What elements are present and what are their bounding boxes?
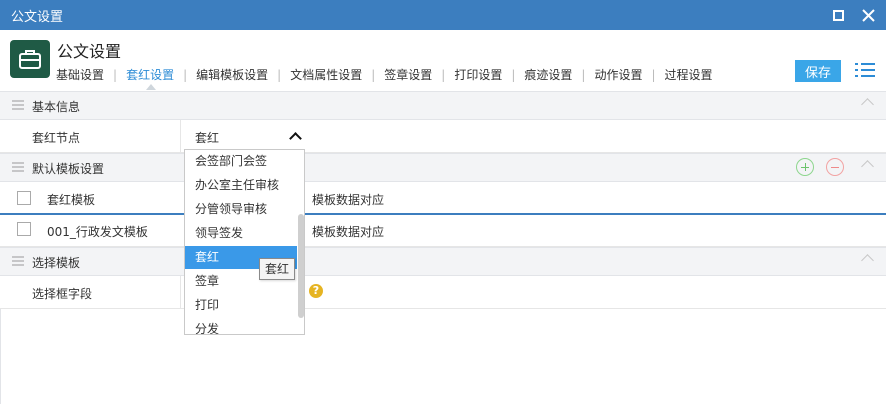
column-header-mapping: 模板数据对应 — [312, 193, 385, 207]
tab-signature[interactable]: 签章设置 — [384, 66, 432, 83]
maximize-button[interactable] — [826, 3, 850, 27]
drag-handle-icon — [12, 100, 24, 110]
section-select-template[interactable]: 选择模板 — [0, 247, 886, 276]
page-title: 公文设置 — [57, 42, 122, 61]
tab-process[interactable]: 过程设置 — [665, 66, 713, 83]
maximize-icon — [832, 9, 844, 21]
add-row-icon[interactable] — [796, 158, 814, 176]
tab-basic[interactable]: 基础设置 — [56, 66, 104, 83]
table-header: 套红模板 模板数据对应 — [0, 182, 886, 215]
tab-separator: | — [277, 67, 282, 82]
chevron-up-icon — [289, 132, 302, 145]
scrollbar-thumb[interactable] — [298, 214, 304, 318]
tab-trace[interactable]: 痕迹设置 — [524, 66, 572, 83]
briefcase-icon — [10, 40, 50, 78]
select-value: 套红 — [195, 131, 220, 145]
tab-separator: | — [371, 67, 376, 82]
red-node-dropdown-list[interactable]: 会签部门会签 办公室主任审核 分管领导审核 领导签发 套红 签章 打印 分发 — [184, 149, 305, 335]
dropdown-option[interactable]: 领导签发 — [185, 222, 297, 245]
list-menu-icon[interactable] — [854, 60, 876, 80]
section-title: 基本信息 — [32, 100, 81, 114]
tab-action[interactable]: 动作设置 — [594, 66, 642, 83]
tab-separator: | — [651, 67, 656, 82]
dropdown-option[interactable]: 会签部门会签 — [185, 150, 297, 173]
divider — [0, 309, 1, 404]
collapse-icon[interactable] — [861, 98, 874, 111]
dropdown-option[interactable]: 分发 — [185, 318, 297, 334]
tab-bar: 基础设置 | 套红设置 | 编辑模板设置 | 文档属性设置 | 签章设置 | 打印设置 | … — [56, 66, 713, 83]
remove-row-icon[interactable] — [826, 158, 844, 176]
tab-separator: | — [511, 67, 516, 82]
drag-handle-icon — [12, 256, 24, 266]
template-cell: 001_行政发文模板 — [47, 225, 148, 239]
form-row-red-node: 套红节点 — [0, 120, 886, 153]
dropdown-option[interactable]: 分管领导审核 — [185, 198, 297, 221]
save-button[interactable]: 保存 — [795, 60, 841, 82]
window-title: 公文设置 — [11, 10, 64, 25]
help-icon[interactable]: ? — [309, 284, 323, 298]
section-basic-info[interactable]: 基本信息 — [0, 91, 886, 120]
column-header-template: 套红模板 — [47, 193, 96, 207]
mapping-cell[interactable]: 模板数据对应 — [312, 223, 384, 240]
table-row[interactable]: 001_行政发文模板 模板数据对应 — [0, 215, 886, 247]
window-titlebar: 公文设置 — [0, 0, 886, 30]
tab-edit-template[interactable]: 编辑模板设置 — [196, 66, 268, 83]
form-row-select-field: 选择框字段 — [0, 276, 886, 309]
dropdown-option[interactable]: 打印 — [185, 294, 297, 317]
dropdown-option[interactable]: 办公室主任审核 — [185, 174, 297, 197]
tab-doc-attributes[interactable]: 文档属性设置 — [290, 66, 362, 83]
collapse-icon[interactable] — [861, 160, 874, 173]
drag-handle-icon — [12, 162, 24, 172]
tab-red-header[interactable]: 套红设置 — [126, 66, 174, 83]
dropdown-scrollbar[interactable] — [297, 150, 304, 334]
field-label: 套红节点 — [32, 131, 81, 145]
tab-print[interactable]: 打印设置 — [454, 66, 502, 83]
collapse-icon[interactable] — [861, 254, 874, 267]
field-label: 选择框字段 — [32, 287, 93, 301]
section-title: 默认模板设置 — [32, 162, 105, 176]
tab-separator: | — [113, 67, 118, 82]
select-all-checkbox[interactable] — [17, 191, 31, 205]
section-default-template[interactable]: 默认模板设置 — [0, 153, 886, 182]
section-title: 选择模板 — [32, 256, 81, 270]
row-checkbox[interactable] — [17, 222, 31, 236]
tab-separator: | — [581, 67, 586, 82]
close-icon — [861, 8, 875, 22]
option-tooltip: 套红 — [259, 258, 296, 280]
tab-separator: | — [441, 67, 446, 82]
red-node-select[interactable]: 套红 — [187, 125, 305, 149]
active-tab-indicator — [146, 84, 156, 90]
close-button[interactable] — [856, 3, 880, 27]
tab-separator: | — [183, 67, 188, 82]
